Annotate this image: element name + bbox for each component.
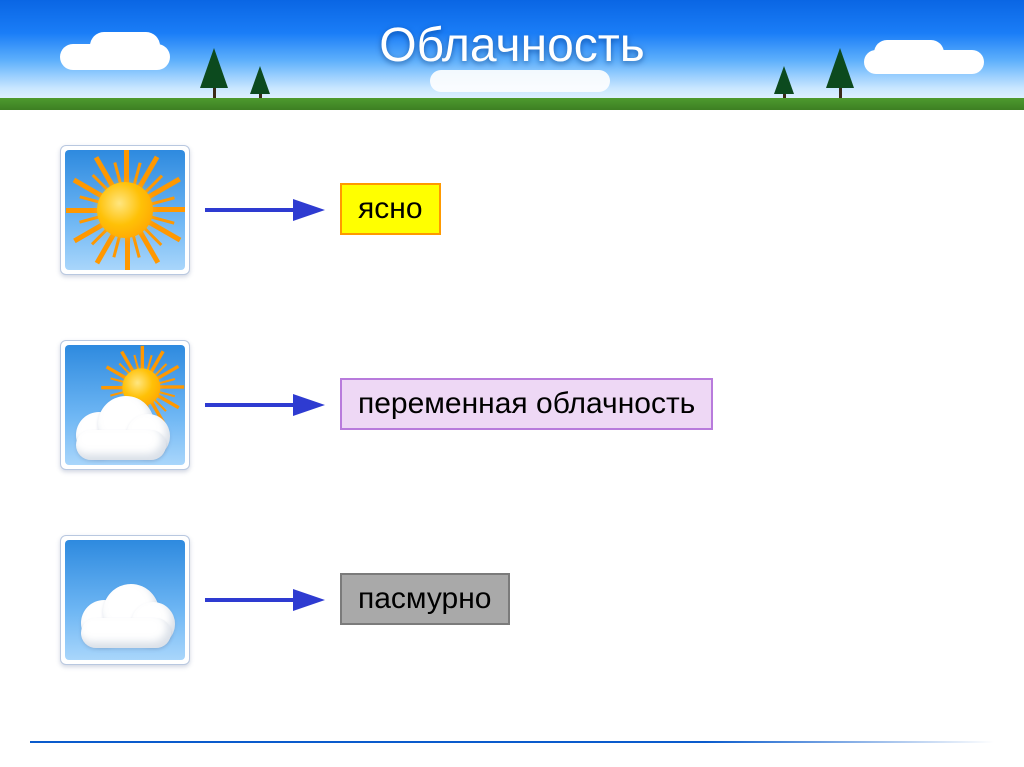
row-clear: ясно [40,135,984,295]
header-sky: Облачность [0,0,1024,110]
label-clear: ясно [340,183,441,235]
sun-cloud-icon [65,345,185,465]
row-overcast: пасмурно [40,525,984,685]
weather-icon-box [60,535,190,665]
row-partly-cloudy: переменная облачность [40,330,984,490]
slide-title: Облачность [0,18,1024,73]
label-partly-cloudy: переменная облачность [340,378,713,430]
slide: Облачность ясно [0,0,1024,767]
content-area: ясно переменная облачность [40,135,984,737]
arrow-icon [205,205,325,215]
sun-icon [65,150,185,270]
footer-divider [30,741,994,743]
label-overcast: пасмурно [340,573,510,625]
arrow-icon [205,595,325,605]
header-cloud [430,70,610,92]
weather-icon-box [60,340,190,470]
weather-icon-box [60,145,190,275]
cloud-icon [65,540,185,660]
arrow-icon [205,400,325,410]
header-ground [0,98,1024,110]
